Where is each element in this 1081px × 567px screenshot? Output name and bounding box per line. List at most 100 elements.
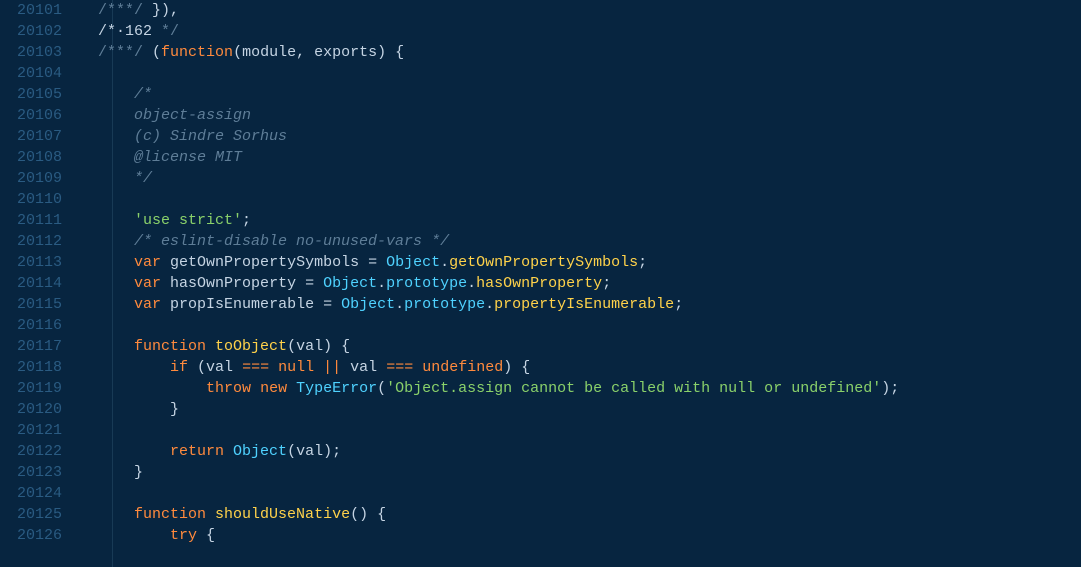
token-pun (161, 254, 170, 271)
code-line[interactable]: /***/ }), (80, 0, 1081, 21)
code-line[interactable]: var hasOwnProperty = Object.prototype.ha… (80, 273, 1081, 294)
token-pun: }), (143, 2, 179, 19)
token-pun: ( (233, 44, 242, 61)
token-pun: } (134, 464, 143, 481)
code-line[interactable]: object-assign (80, 105, 1081, 126)
code-line[interactable] (80, 189, 1081, 210)
token-pun (161, 275, 170, 292)
line-number: 20101 (0, 0, 62, 21)
token-pun: ) { (503, 359, 530, 376)
line-number: 20115 (0, 294, 62, 315)
code-line[interactable]: return Object(val); (80, 441, 1081, 462)
token-pun: ; (674, 296, 683, 313)
token-pun (224, 443, 233, 460)
code-line[interactable]: throw new TypeError('Object.assign canno… (80, 378, 1081, 399)
token-kw: return (170, 443, 224, 460)
token-hl: /*·162 (98, 23, 152, 40)
token-pun: ) { (377, 44, 404, 61)
line-number: 20116 (0, 315, 62, 336)
token-kw: var (134, 254, 161, 271)
code-line[interactable] (80, 420, 1081, 441)
code-content[interactable]: /***/ }), /*·162 */ /***/ (function(modu… (80, 0, 1081, 546)
token-op: === (242, 359, 269, 376)
token-const: undefined (422, 359, 503, 376)
code-line[interactable]: */ (80, 168, 1081, 189)
code-line[interactable] (80, 483, 1081, 504)
token-id: val (350, 359, 377, 376)
line-number: 20121 (0, 420, 62, 441)
code-line[interactable]: try { (80, 525, 1081, 546)
token-pun: . (467, 275, 476, 292)
token-obj: Object (233, 443, 287, 460)
token-id: val (296, 338, 323, 355)
token-pun: ; (602, 275, 611, 292)
token-pun: } (170, 401, 179, 418)
token-id: hasOwnProperty (170, 275, 296, 292)
token-pun: . (395, 296, 404, 313)
token-fn: hasOwnProperty (476, 275, 602, 292)
token-const: null (278, 359, 314, 376)
line-number: 20118 (0, 357, 62, 378)
token-cmw: /***/ (98, 2, 143, 19)
token-pun (233, 359, 242, 376)
token-id: getOwnPropertySymbols (170, 254, 359, 271)
token-kw: var (134, 296, 161, 313)
code-line[interactable]: } (80, 462, 1081, 483)
code-line[interactable]: @license MIT (80, 147, 1081, 168)
token-pun: ( (287, 443, 296, 460)
token-typ: TypeError (296, 380, 377, 397)
code-line[interactable]: 'use strict'; (80, 210, 1081, 231)
token-str: 'Object.assign cannot be called with nul… (386, 380, 881, 397)
code-line[interactable]: var propIsEnumerable = Object.prototype.… (80, 294, 1081, 315)
token-pun: ( (377, 380, 386, 397)
code-line[interactable]: var getOwnPropertySymbols = Object.getOw… (80, 252, 1081, 273)
line-number: 20125 (0, 504, 62, 525)
token-pun (251, 380, 260, 397)
token-str: 'use strict' (134, 212, 242, 229)
token-fn: propertyIsEnumerable (494, 296, 674, 313)
token-id: val (296, 443, 323, 460)
token-pun (269, 359, 278, 376)
token-pun: () { (350, 506, 386, 523)
line-number: 20122 (0, 441, 62, 462)
code-line[interactable]: /***/ (function(module, exports) { (80, 42, 1081, 63)
token-pun (314, 359, 323, 376)
code-line[interactable]: function toObject(val) { (80, 336, 1081, 357)
token-cm: /* (134, 86, 152, 103)
token-id: exports (314, 44, 377, 61)
code-line[interactable]: /* eslint-disable no-unused-vars */ (80, 231, 1081, 252)
token-cm: object-assign (134, 107, 251, 124)
token-prop: prototype (386, 275, 467, 292)
token-pun: ); (323, 443, 341, 460)
token-pun: ( (143, 44, 161, 61)
token-id: val (206, 359, 233, 376)
code-line[interactable]: /*·162 */ (80, 21, 1081, 42)
token-cmw: */ (152, 23, 179, 40)
code-line[interactable]: if (val === null || val === undefined) { (80, 357, 1081, 378)
token-pun: ( (287, 338, 296, 355)
token-pun (341, 359, 350, 376)
token-pun (206, 338, 215, 355)
code-line[interactable]: } (80, 399, 1081, 420)
code-area[interactable]: /***/ }), /*·162 */ /***/ (function(modu… (80, 0, 1081, 567)
line-number: 20113 (0, 252, 62, 273)
token-pun (377, 359, 386, 376)
token-kw: var (134, 275, 161, 292)
token-cm: /* eslint-disable no-unused-vars */ (134, 233, 449, 250)
code-line[interactable]: (c) Sindre Sorhus (80, 126, 1081, 147)
code-line[interactable] (80, 63, 1081, 84)
line-number: 20124 (0, 483, 62, 504)
line-number: 20109 (0, 168, 62, 189)
token-kw: new (260, 380, 287, 397)
token-pun (206, 506, 215, 523)
code-line[interactable]: function shouldUseNative() { (80, 504, 1081, 525)
code-line[interactable]: /* (80, 84, 1081, 105)
code-editor[interactable]: 2010120102201032010420105201062010720108… (0, 0, 1081, 567)
token-obj: Object (386, 254, 440, 271)
code-line[interactable] (80, 315, 1081, 336)
line-number: 20102 (0, 21, 62, 42)
line-number: 20106 (0, 105, 62, 126)
token-pun: = (359, 254, 386, 271)
token-cm: (c) Sindre Sorhus (134, 128, 287, 145)
token-pun: , (296, 44, 314, 61)
